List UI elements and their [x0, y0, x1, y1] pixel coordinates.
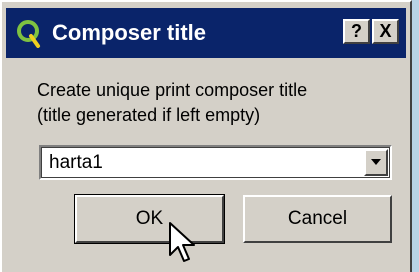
qgis-icon — [16, 18, 42, 48]
prompt-line-1: Create unique print composer title — [37, 80, 308, 100]
dropdown-button[interactable] — [364, 149, 388, 176]
cancel-button[interactable]: Cancel — [243, 195, 392, 243]
mouse-cursor-icon — [168, 221, 198, 270]
prompt-text: Create unique print composer title (titl… — [37, 78, 307, 128]
help-button[interactable]: ? — [343, 19, 370, 44]
ok-button[interactable]: OK — [74, 194, 225, 244]
combobox-value[interactable]: harta1 — [49, 150, 103, 176]
title-combobox[interactable]: harta1 — [39, 145, 392, 180]
title-bar[interactable]: Composer title ? X — [6, 8, 406, 58]
composer-title-dialog: Composer title ? X Create unique print c… — [0, 0, 412, 272]
window-title: Composer title — [52, 20, 207, 45]
close-button[interactable]: X — [372, 19, 399, 44]
prompt-line-2: (title generated if left empty) — [37, 105, 261, 125]
